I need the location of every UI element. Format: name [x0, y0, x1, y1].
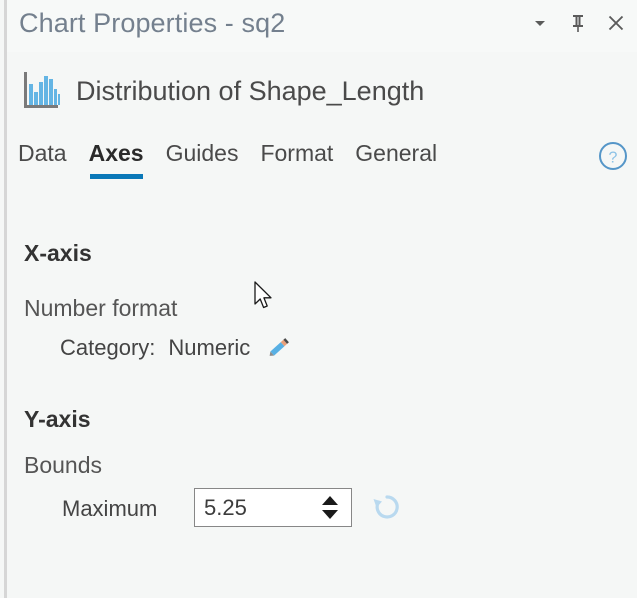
stepper-increment-icon[interactable] — [322, 496, 338, 505]
maximum-stepper[interactable] — [194, 488, 352, 527]
reset-maximum-button[interactable] — [370, 490, 404, 524]
histogram-icon — [22, 70, 62, 112]
pin-icon — [569, 13, 587, 33]
x-axis-section-header: X-axis — [24, 240, 92, 266]
dropdown-button[interactable] — [527, 10, 553, 36]
edit-number-format-button[interactable] — [263, 333, 293, 363]
tab-axes[interactable]: Axes — [89, 140, 144, 179]
category-row: Category: Numeric — [60, 333, 293, 363]
chart-title-row: Distribution of Shape_Length — [7, 60, 424, 122]
svg-text:?: ? — [609, 150, 618, 167]
stepper-decrement-icon[interactable] — [322, 510, 338, 519]
number-format-header: Number format — [24, 295, 178, 321]
reset-arrow-icon — [370, 490, 404, 524]
y-axis-section-header: Y-axis — [24, 406, 91, 432]
pencil-icon — [263, 333, 293, 363]
category-label: Category: — [60, 335, 156, 360]
help-circle-icon: ? — [598, 141, 628, 171]
tab-bar: Data Axes Guides Format General — [18, 140, 437, 179]
chart-properties-pane: Chart Properties - sq2 Distribution of S… — [0, 0, 637, 598]
auto-hide-button[interactable] — [565, 10, 591, 36]
chart-title: Distribution of Shape_Length — [76, 75, 425, 106]
maximum-label: Maximum — [62, 496, 158, 521]
titlebar-controls — [527, 10, 629, 36]
chevron-down-icon — [532, 15, 548, 31]
tab-format[interactable]: Format — [260, 140, 333, 179]
tab-data[interactable]: Data — [18, 140, 67, 179]
bounds-header: Bounds — [24, 452, 103, 478]
close-button[interactable] — [603, 10, 629, 36]
tab-general[interactable]: General — [355, 140, 437, 179]
close-icon — [606, 13, 626, 33]
page-title: Chart Properties - sq2 — [19, 8, 286, 38]
mouse-cursor — [254, 281, 276, 313]
category-value: Numeric — [168, 335, 251, 360]
help-button[interactable]: ? — [598, 141, 628, 171]
maximum-input[interactable] — [195, 489, 315, 526]
stepper-arrows — [315, 489, 351, 526]
tab-guides[interactable]: Guides — [166, 140, 239, 179]
titlebar: Chart Properties - sq2 — [7, 0, 637, 52]
